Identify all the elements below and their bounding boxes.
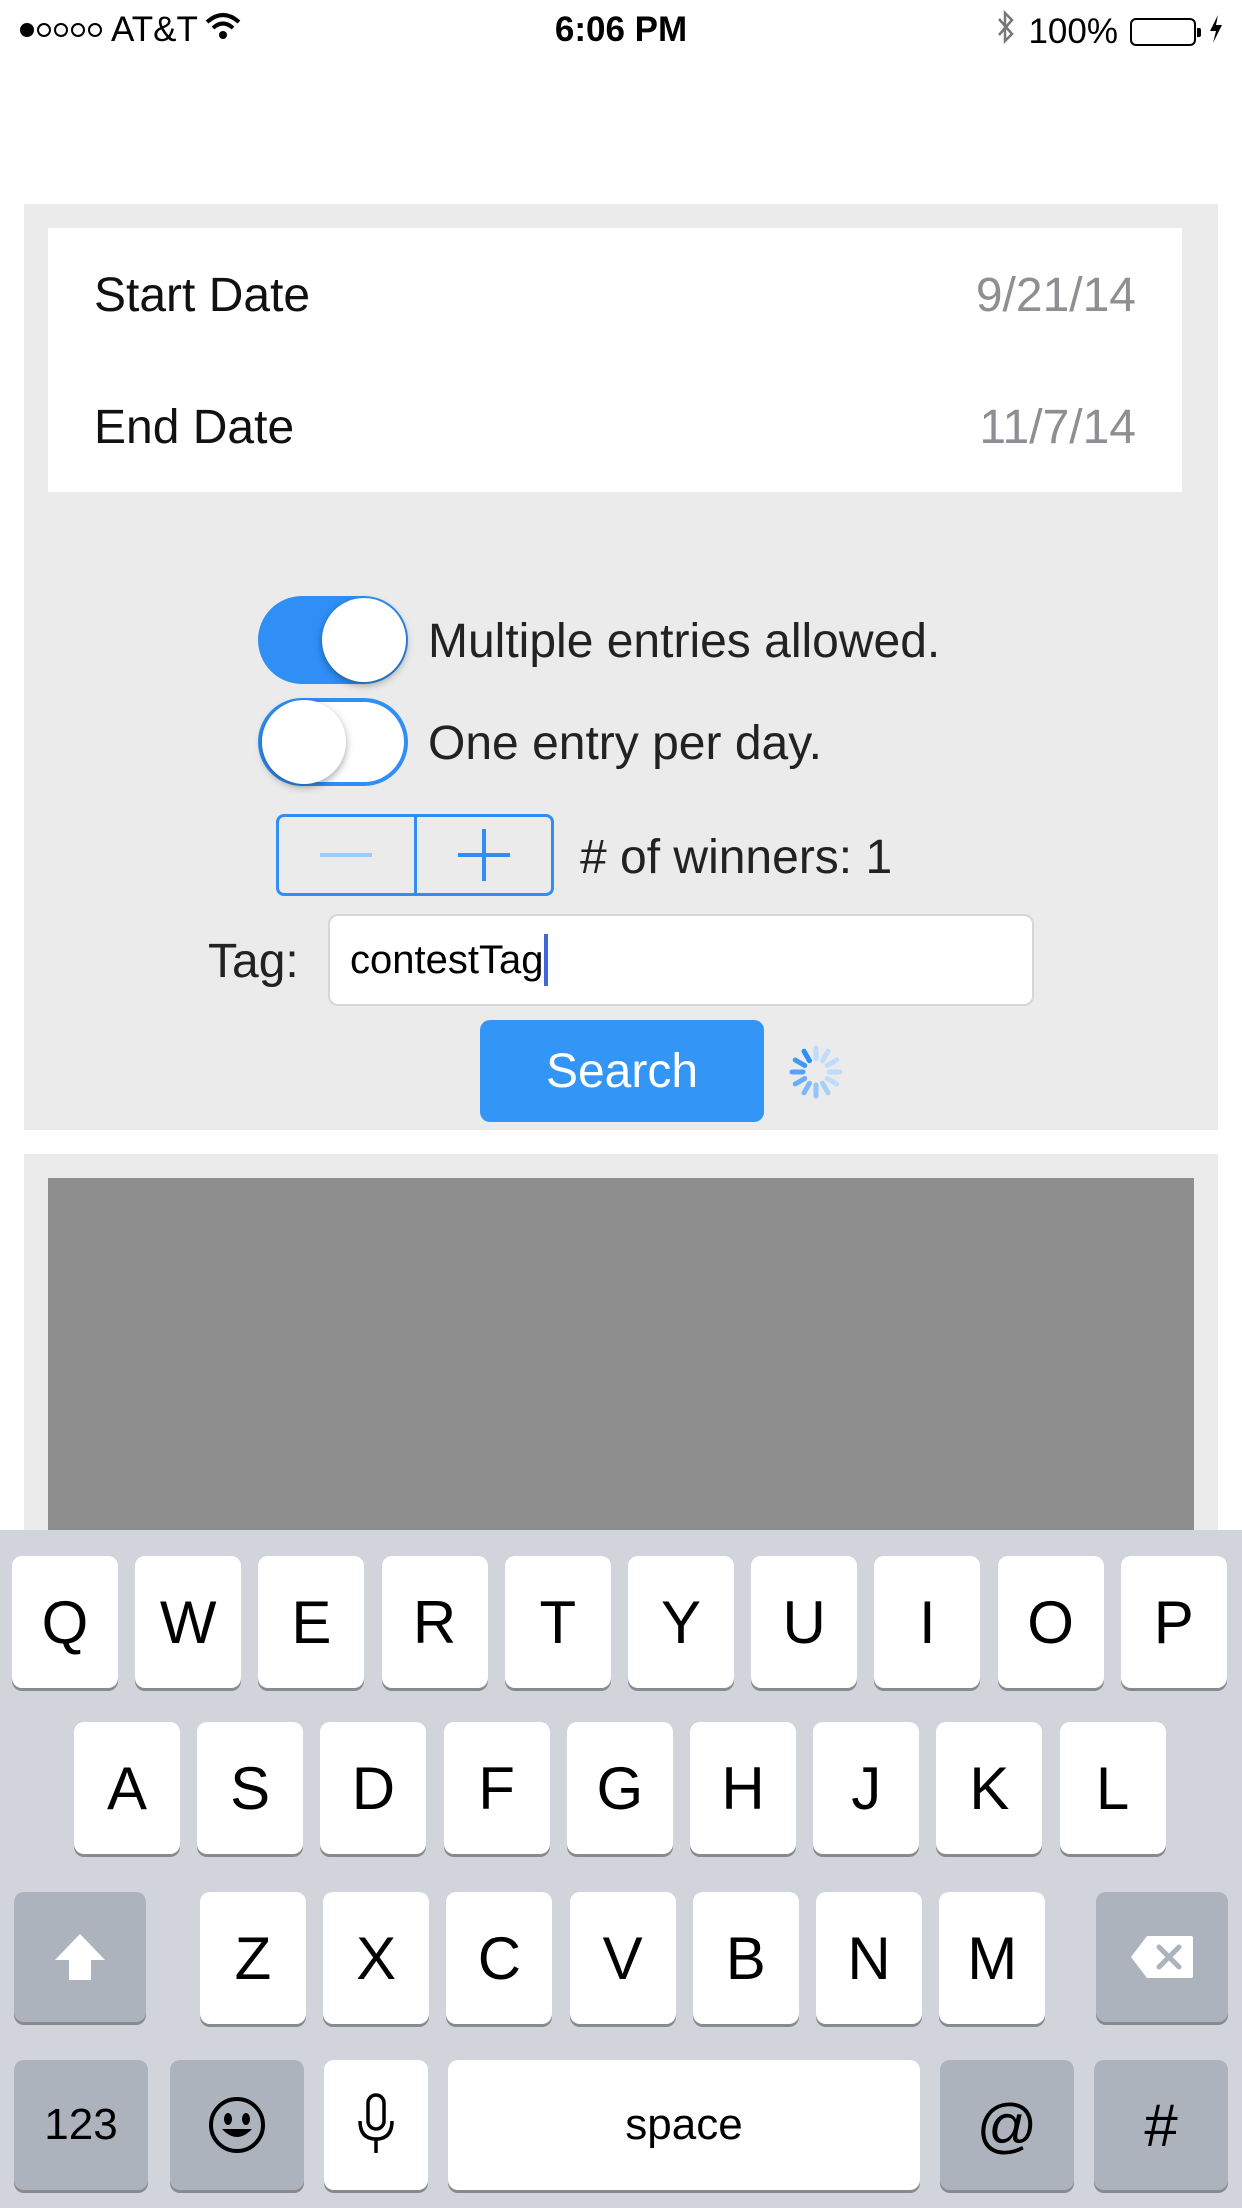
shift-key[interactable] <box>14 1892 146 2022</box>
battery-icon <box>1130 17 1201 46</box>
hash-key[interactable]: # <box>1094 2060 1228 2190</box>
end-date-label: End Date <box>94 401 295 454</box>
microphone-icon <box>358 2093 394 2153</box>
increment-button[interactable] <box>413 817 552 893</box>
one-entry-per-day-toggle[interactable] <box>258 698 408 786</box>
emoji-icon <box>209 2097 265 2153</box>
key-h[interactable]: H <box>690 1722 796 1854</box>
status-right: 100% <box>996 9 1224 53</box>
shift-icon <box>55 1934 105 1980</box>
at-key[interactable]: @ <box>940 2060 1074 2190</box>
key-d[interactable]: D <box>320 1722 427 1854</box>
key-x[interactable]: X <box>323 1892 430 2024</box>
key-y[interactable]: Y <box>628 1556 734 1688</box>
key-b[interactable]: B <box>692 1892 799 2024</box>
key-j[interactable]: J <box>813 1722 920 1854</box>
numbers-key[interactable]: 123 <box>14 2060 148 2190</box>
text-cursor <box>544 934 549 986</box>
delete-key[interactable] <box>1096 1892 1228 2022</box>
key-a[interactable]: A <box>74 1722 180 1854</box>
key-q[interactable]: Q <box>12 1556 118 1688</box>
one-entry-per-day-label: One entry per day. <box>428 717 822 770</box>
search-button[interactable]: Search <box>480 1020 764 1122</box>
multiple-entries-label: Multiple entries allowed. <box>428 615 941 668</box>
date-card: Start Date 9/21/14 End Date 11/7/14 <box>48 228 1182 492</box>
key-c[interactable]: C <box>446 1892 553 2024</box>
end-date-value[interactable]: 11/7/14 <box>979 400 1136 455</box>
charging-icon <box>1208 12 1224 52</box>
key-k[interactable]: K <box>936 1722 1043 1854</box>
key-l[interactable]: L <box>1059 1722 1166 1854</box>
key-m[interactable]: M <box>939 1892 1046 2024</box>
key-w[interactable]: W <box>135 1556 242 1688</box>
decrement-button[interactable] <box>279 817 414 893</box>
tag-label: Tag: <box>208 935 299 988</box>
results-area <box>48 1178 1194 1558</box>
start-date-label: Start Date <box>94 269 311 322</box>
multiple-entries-toggle[interactable] <box>258 596 408 684</box>
key-g[interactable]: G <box>566 1722 673 1854</box>
key-e[interactable]: E <box>258 1556 365 1688</box>
key-n[interactable]: N <box>816 1892 922 2024</box>
status-bar: AT&T 6:06 PM 100% <box>0 0 1242 60</box>
key-p[interactable]: P <box>1120 1556 1227 1688</box>
space-key[interactable]: space <box>448 2060 920 2190</box>
bluetooth-icon <box>996 9 1016 53</box>
dictation-key[interactable] <box>324 2060 428 2190</box>
key-s[interactable]: S <box>197 1722 304 1854</box>
key-f[interactable]: F <box>443 1722 550 1854</box>
toggle-knob <box>322 598 406 682</box>
key-i[interactable]: I <box>874 1556 981 1688</box>
minus-icon <box>320 853 373 857</box>
key-r[interactable]: R <box>381 1556 488 1688</box>
plus-icon <box>457 829 510 881</box>
key-t[interactable]: T <box>504 1556 611 1688</box>
toggle-knob <box>262 700 346 784</box>
key-u[interactable]: U <box>751 1556 858 1688</box>
key-o[interactable]: O <box>997 1556 1104 1688</box>
keyboard: QWERTYUIOP ASDFGHJKL ZXCVBNM 123 space @… <box>0 1530 1242 2208</box>
key-z[interactable]: Z <box>200 1892 306 2024</box>
spinner-icon <box>786 1042 846 1107</box>
tag-input[interactable]: contestTag <box>328 914 1034 1006</box>
tag-input-value: contestTag <box>350 937 544 982</box>
start-date-value[interactable]: 9/21/14 <box>976 268 1136 323</box>
emoji-key[interactable] <box>170 2060 304 2190</box>
key-v[interactable]: V <box>569 1892 676 2024</box>
delete-icon <box>1131 1936 1193 1978</box>
winners-stepper[interactable] <box>276 814 554 896</box>
battery-percent: 100% <box>1028 11 1118 51</box>
winners-count-label: # of winners: 1 <box>580 831 893 884</box>
